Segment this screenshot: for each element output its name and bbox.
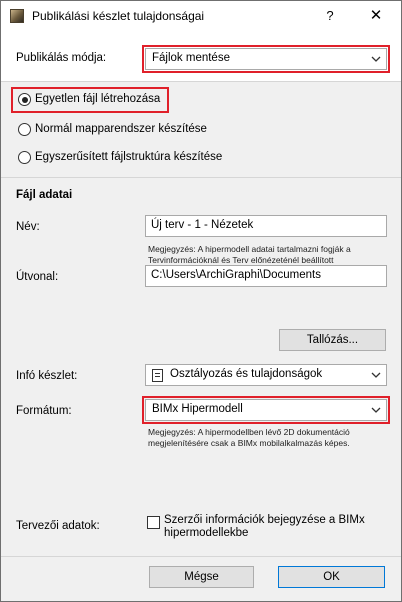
publish-mode-value: Fájlok mentése <box>152 52 230 64</box>
name-value: Új terv - 1 - Nézetek <box>151 219 254 231</box>
window-title: Publikálási készlet tulajdonságai <box>32 9 205 23</box>
file-data-heading: Fájl adatai <box>16 189 73 201</box>
info-set-label: Infó készlet: <box>16 370 78 382</box>
format-label: Formátum: <box>16 405 72 417</box>
radio-normal-folder[interactable] <box>18 123 31 136</box>
chevron-down-icon <box>371 407 381 413</box>
archicad-app-icon <box>10 9 24 23</box>
name-input[interactable]: Új terv - 1 - Nézetek <box>145 215 387 237</box>
publish-mode-section: Publikálás módja: Fájlok mentése <box>1 31 401 81</box>
divider <box>1 556 401 557</box>
ok-button[interactable]: OK <box>278 566 385 588</box>
option-single-file[interactable]: Egyetlen fájl létrehozása <box>11 87 169 113</box>
help-button[interactable]: ? <box>319 5 341 27</box>
dialog-window: Publikálási készlet tulajdonságai ? ✕ Pu… <box>0 0 402 602</box>
divider <box>1 81 401 82</box>
path-input[interactable]: C:\Users\ArchiGraphi\Documents <box>145 265 387 287</box>
option-normal-folder-label: Normál mapparendszer készítése <box>35 123 207 135</box>
path-value: C:\Users\ArchiGraphi\Documents <box>151 269 321 281</box>
format-select[interactable]: BIMx Hipermodell <box>142 396 390 424</box>
designer-data-label: Tervezői adatok: <box>16 520 100 532</box>
radio-single-file[interactable] <box>18 93 31 106</box>
option-single-file-label: Egyetlen fájl létrehozása <box>35 93 161 105</box>
author-info-checkbox-label: Szerzői információk bejegyzése a BIMx hi… <box>164 514 365 539</box>
chevron-down-icon <box>371 372 381 378</box>
close-button[interactable]: ✕ <box>365 5 387 27</box>
name-label: Név: <box>16 221 40 233</box>
author-info-checkbox[interactable] <box>147 516 160 529</box>
browse-button[interactable]: Tallózás... <box>279 329 386 351</box>
option-normal-folder[interactable]: Normál mapparendszer készítése <box>13 121 243 139</box>
format-value: BIMx Hipermodell <box>152 403 243 415</box>
info-set-value: Osztályozás és tulajdonságok <box>170 368 323 380</box>
radio-simplified[interactable] <box>18 151 31 164</box>
chevron-down-icon <box>371 56 381 62</box>
divider <box>1 177 401 178</box>
format-note: Megjegyzés: A hipermodellben lévő 2D dok… <box>148 427 350 448</box>
path-label: Útvonal: <box>16 271 59 283</box>
option-simplified[interactable]: Egyszerűsített fájlstruktúra készítése <box>13 149 263 167</box>
publish-mode-label: Publikálás módja: <box>16 52 107 64</box>
title-bar: Publikálási készlet tulajdonságai ? ✕ <box>1 1 401 31</box>
option-simplified-label: Egyszerűsített fájlstruktúra készítése <box>35 151 223 163</box>
info-set-select[interactable]: Osztályozás és tulajdonságok <box>145 364 387 386</box>
cancel-button[interactable]: Mégse <box>149 566 254 588</box>
publish-mode-select[interactable]: Fájlok mentése <box>142 45 390 73</box>
document-icon <box>152 369 163 382</box>
